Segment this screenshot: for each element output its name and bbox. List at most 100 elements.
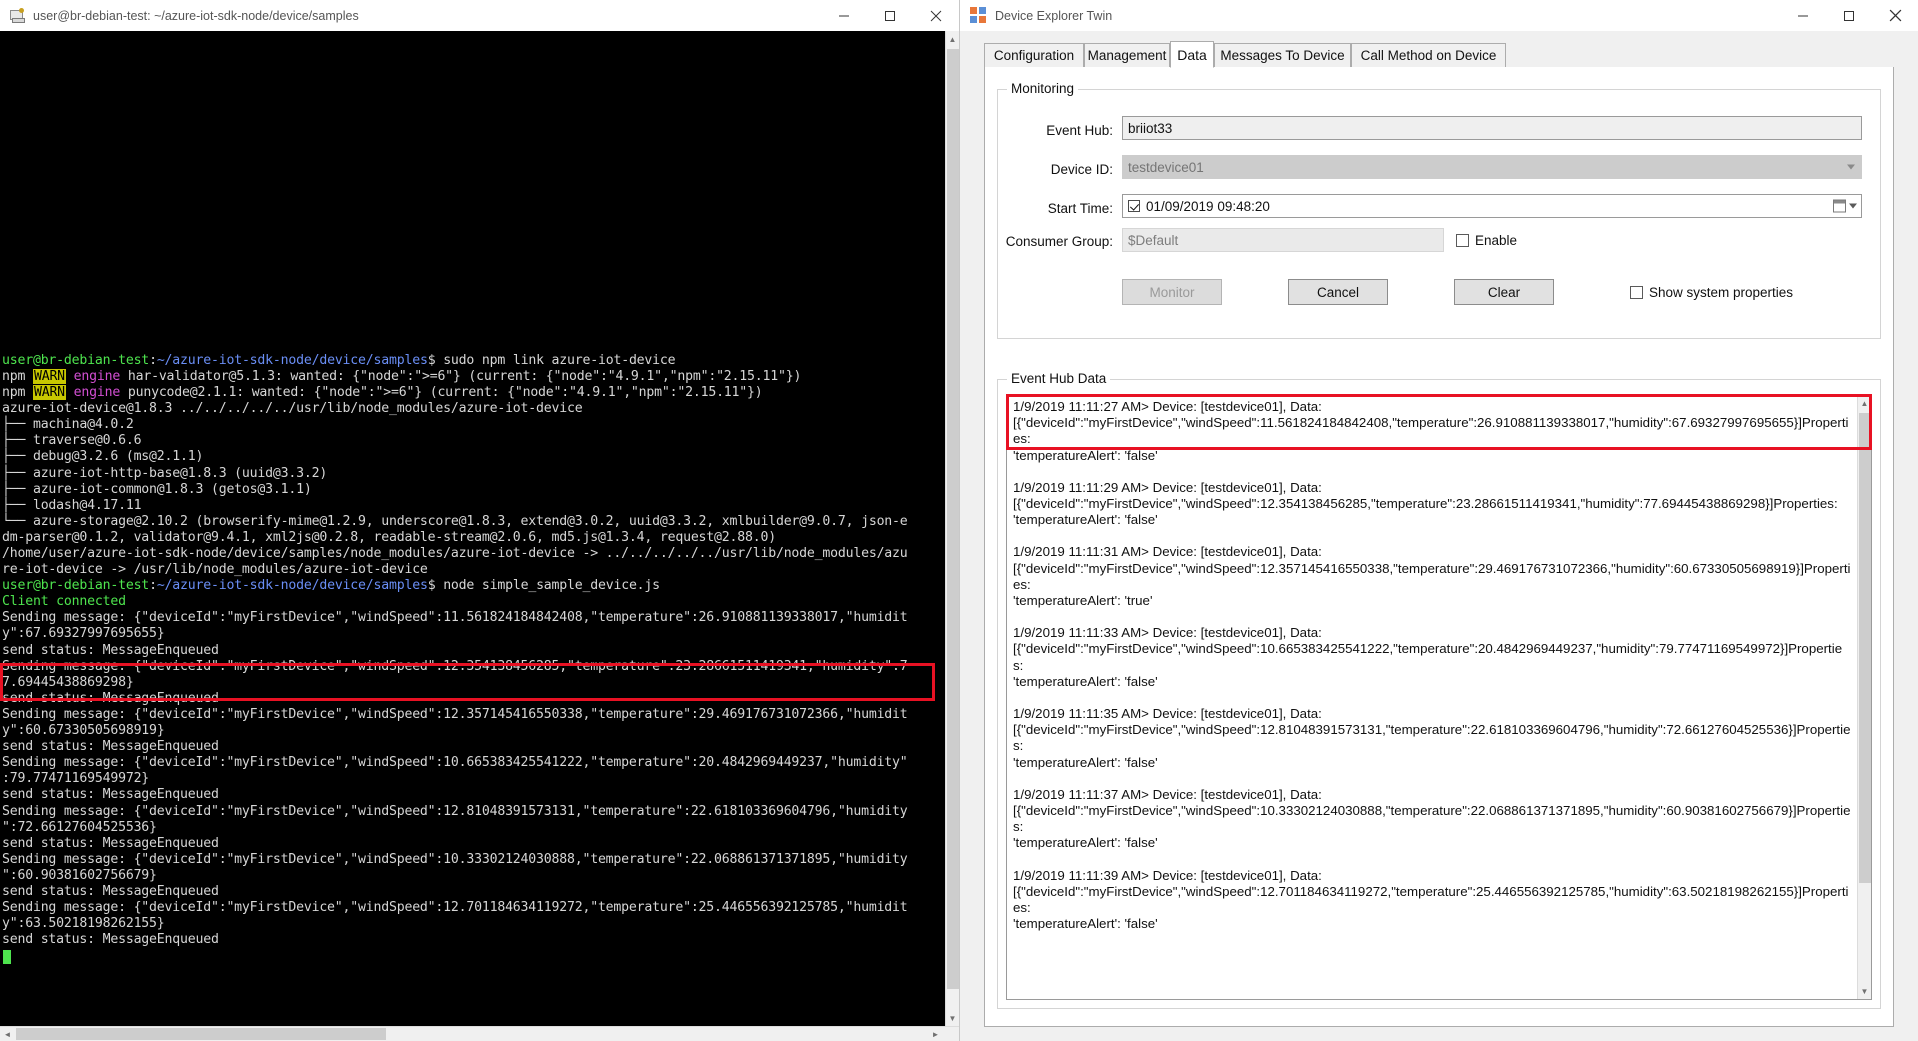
event-hub-data-entries: 1/9/2019 11:11:27 AM> Device: [testdevic…: [1007, 395, 1857, 999]
tab-data-label: Data: [1177, 46, 1207, 63]
tab-configuration-label: Configuration: [993, 48, 1075, 63]
clear-button[interactable]: Clear: [1454, 279, 1554, 305]
show-system-properties-checkbox[interactable]: Show system properties: [1630, 285, 1793, 300]
monitor-button-label: Monitor: [1149, 284, 1195, 300]
terminal-window: user@br-debian-test: ~/azure-iot-sdk-nod…: [0, 0, 959, 1041]
terminal-titlebar: user@br-debian-test: ~/azure-iot-sdk-nod…: [0, 0, 959, 32]
terminal-hscrollbar-thumb[interactable]: [16, 1028, 386, 1040]
terminal-scrollbar-thumb[interactable]: [947, 49, 959, 989]
terminal-maximize-button[interactable]: [867, 0, 913, 31]
tab-management-label: Management: [1087, 48, 1167, 63]
terminal-cursor: [3, 949, 11, 964]
entry-properties: 'temperatureAlert': 'false': [1013, 447, 1158, 463]
device-explorer-maximize-button[interactable]: [1826, 0, 1872, 31]
terminal-horizontal-scrollbar[interactable]: ◄ ►: [0, 1026, 959, 1041]
consumer-group-enable-checkbox[interactable]: Enable: [1456, 233, 1517, 248]
entry-properties: 'temperatureAlert': 'false': [1013, 512, 1158, 528]
cancel-button[interactable]: Cancel: [1288, 279, 1388, 305]
event-hub-data-entry[interactable]: 1/9/2019 11:11:39 AM> Device: [testdevic…: [1013, 868, 1851, 933]
data-tab-page: Monitoring Event Hub: briiot33 Device ID…: [984, 67, 1894, 1027]
device-explorer-title: Device Explorer Twin: [995, 8, 1113, 23]
tab-configuration[interactable]: Configuration: [984, 43, 1084, 67]
monitor-button[interactable]: Monitor: [1122, 279, 1222, 305]
event-hub-data-entry[interactable]: 1/9/2019 11:11:31 AM> Device: [testdevic…: [1013, 544, 1851, 609]
entry-header: 1/9/2019 11:11:33 AM> Device: [testdevic…: [1013, 625, 1322, 641]
scroll-up-icon[interactable]: ▲: [946, 31, 959, 47]
device-explorer-icon: [970, 7, 987, 24]
entry-properties: 'temperatureAlert': 'false': [1013, 673, 1158, 689]
terminal-window-controls: [821, 0, 959, 31]
start-time-datetimepicker[interactable]: 01/09/2019 09:48:20: [1122, 194, 1862, 218]
entry-body: [{"deviceId":"myFirstDevice","windSpeed"…: [1013, 722, 1851, 754]
calendar-icon[interactable]: [1833, 199, 1846, 213]
terminal-vertical-scrollbar[interactable]: ▲ ▼: [945, 31, 959, 1026]
cancel-button-label: Cancel: [1316, 284, 1360, 300]
entry-body: [{"deviceId":"myFirstDevice","windSpeed"…: [1013, 641, 1843, 673]
event-hub-data-legend: Event Hub Data: [1007, 371, 1111, 386]
scroll-down-icon[interactable]: ▼: [946, 1010, 959, 1026]
monitoring-group: Monitoring Event Hub: briiot33 Device ID…: [997, 81, 1881, 339]
event-hub-value: briiot33: [1128, 120, 1173, 136]
tab-call-method-on-device[interactable]: Call Method on Device: [1351, 43, 1506, 67]
scroll-right-icon[interactable]: ►: [928, 1027, 943, 1041]
checkbox-icon[interactable]: [1456, 234, 1469, 247]
device-explorer-window-controls: [1780, 0, 1918, 31]
consumer-group-value: $Default: [1128, 232, 1179, 248]
terminal-minimize-button[interactable]: [821, 0, 867, 31]
consumer-group-input[interactable]: $Default: [1122, 228, 1444, 252]
entry-properties: 'temperatureAlert': 'false': [1013, 754, 1158, 770]
event-hub-data-entry[interactable]: 1/9/2019 11:11:29 AM> Device: [testdevic…: [1013, 480, 1851, 529]
entry-body: [{"deviceId":"myFirstDevice","windSpeed"…: [1013, 496, 1838, 512]
entry-properties: 'temperatureAlert': 'true': [1013, 593, 1153, 609]
entry-body: [{"deviceId":"myFirstDevice","windSpeed"…: [1013, 883, 1849, 916]
scroll-up-icon[interactable]: ▲: [1858, 395, 1871, 411]
scroll-left-icon[interactable]: ◄: [0, 1027, 15, 1041]
event-hub-data-scrollbar-thumb[interactable]: [1859, 413, 1871, 883]
tab-management[interactable]: Management: [1084, 43, 1170, 67]
chevron-down-icon: [1847, 164, 1855, 170]
terminal-output-area[interactable]: user@br-debian-test:~/azure-iot-sdk-node…: [0, 31, 945, 1026]
entry-body: [{"deviceId":"myFirstDevice","windSpeed"…: [1013, 560, 1851, 592]
terminal-close-button[interactable]: [913, 0, 959, 31]
entry-header: 1/9/2019 11:11:39 AM> Device: [testdevic…: [1013, 867, 1322, 883]
consumer-group-label: Consumer Group:: [1005, 234, 1113, 249]
event-hub-data-entry[interactable]: 1/9/2019 11:11:37 AM> Device: [testdevic…: [1013, 787, 1851, 852]
event-hub-data-entry[interactable]: 1/9/2019 11:11:35 AM> Device: [testdevic…: [1013, 706, 1851, 771]
start-time-value: 01/09/2019 09:48:20: [1146, 198, 1270, 214]
checkbox-icon[interactable]: [1630, 286, 1643, 299]
event-hub-data-group: Event Hub Data 1/9/2019 11:11:27 AM> Dev…: [997, 371, 1881, 1009]
entry-body: [{"deviceId":"myFirstDevice","windSpeed"…: [1013, 415, 1849, 447]
entry-properties: 'temperatureAlert': 'false': [1013, 835, 1158, 851]
tab-call-method-on-device-label: Call Method on Device: [1360, 48, 1497, 63]
device-id-combobox[interactable]: testdevice01: [1122, 155, 1862, 179]
monitoring-group-legend: Monitoring: [1007, 81, 1079, 96]
device-explorer-titlebar: Device Explorer Twin: [960, 0, 1918, 31]
event-hub-data-entry[interactable]: 1/9/2019 11:11:33 AM> Device: [testdevic…: [1013, 625, 1851, 690]
chevron-down-icon[interactable]: [1849, 203, 1857, 209]
screenshot-root: user@br-debian-test: ~/azure-iot-sdk-nod…: [0, 0, 1918, 1041]
tab-messages-to-device[interactable]: Messages To Device: [1214, 43, 1351, 67]
device-id-value: testdevice01: [1128, 159, 1204, 175]
event-hub-data-entry[interactable]: 1/9/2019 11:11:27 AM> Device: [testdevic…: [1013, 399, 1851, 464]
terminal-text: user@br-debian-test:~/azure-iot-sdk-node…: [2, 352, 908, 948]
terminal-icon: [8, 7, 26, 25]
event-hub-input[interactable]: briiot33: [1122, 116, 1862, 140]
entry-header: 1/9/2019 11:11:29 AM> Device: [testdevic…: [1013, 479, 1322, 495]
start-time-checkbox[interactable]: [1128, 200, 1140, 212]
start-time-spinner[interactable]: [1833, 199, 1857, 213]
event-hub-data-scrollbar[interactable]: ▲ ▼: [1857, 395, 1871, 999]
event-hub-label: Event Hub:: [1046, 123, 1113, 138]
device-explorer-close-button[interactable]: [1872, 0, 1918, 31]
tab-data[interactable]: Data: [1170, 41, 1214, 68]
entry-header: 1/9/2019 11:11:31 AM> Device: [testdevic…: [1013, 544, 1322, 560]
event-hub-data-list[interactable]: 1/9/2019 11:11:27 AM> Device: [testdevic…: [1006, 394, 1872, 1000]
device-explorer-minimize-button[interactable]: [1780, 0, 1826, 31]
start-time-label: Start Time:: [1047, 201, 1113, 216]
terminal-title: user@br-debian-test: ~/azure-iot-sdk-nod…: [33, 8, 359, 23]
device-explorer-client-area: Configuration Management Data Messages T…: [960, 31, 1918, 1041]
tab-strip: Configuration Management Data Messages T…: [984, 41, 1894, 68]
entry-body: [{"deviceId":"myFirstDevice","windSpeed"…: [1013, 803, 1851, 835]
show-system-properties-label: Show system properties: [1649, 285, 1794, 300]
scroll-down-icon[interactable]: ▼: [1858, 983, 1871, 999]
device-explorer-window: Device Explorer Twin Configuration Manag…: [959, 0, 1918, 1041]
